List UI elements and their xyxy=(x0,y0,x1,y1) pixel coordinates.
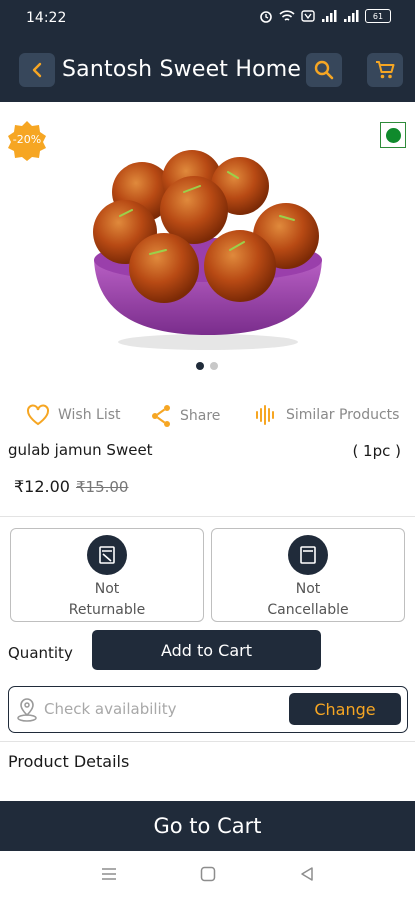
battery-level: 61 xyxy=(372,11,384,21)
image-pager[interactable] xyxy=(196,362,218,370)
cancel-icon xyxy=(288,535,328,575)
pager-dot-active[interactable] xyxy=(196,362,204,370)
battery-icon: 61 xyxy=(365,9,391,23)
signal-icon-2 xyxy=(344,10,359,22)
policy-line2: Cancellable xyxy=(267,602,349,618)
change-location-button[interactable]: Change xyxy=(289,693,401,725)
back-nav-icon[interactable] xyxy=(298,865,316,883)
pager-dot[interactable] xyxy=(210,362,218,370)
status-time: 14:22 xyxy=(26,10,67,26)
veg-indicator xyxy=(380,122,406,148)
policy-label-returnable: Not Returnable xyxy=(11,579,203,621)
search-button[interactable] xyxy=(306,53,342,87)
status-bar: 14:22 61 xyxy=(0,0,415,36)
selling-price: ₹12.00 xyxy=(14,477,70,496)
heart-icon xyxy=(27,404,49,426)
similar-label: Similar Products xyxy=(286,407,400,423)
veg-dot xyxy=(385,127,401,143)
policy-line1: Not xyxy=(295,581,321,597)
back-icon xyxy=(32,62,42,78)
availability-input[interactable]: Check availability xyxy=(44,700,176,718)
return-icon xyxy=(87,535,127,575)
page-title: Santosh Sweet Home xyxy=(62,57,302,82)
home-icon[interactable] xyxy=(199,865,217,883)
divider xyxy=(0,741,415,742)
similar-products-button[interactable]: Similar Products xyxy=(254,404,399,426)
wishlist-button[interactable]: Wish List xyxy=(26,404,121,426)
quantity-label: Quantity xyxy=(8,644,73,662)
policy-line1: Not xyxy=(94,581,120,597)
recents-icon[interactable] xyxy=(100,865,118,883)
volte-icon xyxy=(301,10,315,22)
location-pin-icon xyxy=(17,698,37,722)
discount-text: -20% xyxy=(12,133,42,146)
wishlist-label: Wish List xyxy=(58,407,121,423)
product-name: gulab jamun Sweet xyxy=(8,441,153,459)
cart-button[interactable] xyxy=(367,53,403,87)
price-row: ₹12.00 ₹15.00 xyxy=(14,477,128,496)
search-icon xyxy=(314,60,334,80)
product-image[interactable] xyxy=(80,150,335,350)
policy-label-cancellable: Not Cancellable xyxy=(212,579,404,621)
product-details-heading[interactable]: Product Details xyxy=(8,752,129,771)
divider xyxy=(0,516,415,517)
share-label: Share xyxy=(180,408,221,424)
signal-icon-1 xyxy=(322,10,337,22)
availability-box: Check availability Change xyxy=(8,686,408,733)
status-icons: 61 xyxy=(259,9,391,23)
share-icon xyxy=(152,405,170,427)
policy-card-cancellable: Not Cancellable xyxy=(211,528,405,622)
product-pack: ( 1pc ) xyxy=(352,442,401,460)
go-to-cart-button[interactable]: Go to Cart xyxy=(0,801,415,851)
back-button[interactable] xyxy=(19,53,55,87)
policy-line2: Returnable xyxy=(68,602,146,618)
similar-icon xyxy=(256,405,274,425)
wifi-icon xyxy=(279,10,295,21)
share-button[interactable]: Share xyxy=(150,404,220,428)
discount-badge: -20% xyxy=(6,120,48,162)
system-nav-bar xyxy=(0,851,415,900)
product-actions: Wish List Share Similar Products xyxy=(0,404,415,436)
add-to-cart-button[interactable]: Add to Cart xyxy=(92,630,321,670)
mrp-price: ₹15.00 xyxy=(75,478,129,496)
alarm-icon xyxy=(260,11,272,23)
policy-card-returnable: Not Returnable xyxy=(10,528,204,622)
cart-icon xyxy=(376,61,395,79)
